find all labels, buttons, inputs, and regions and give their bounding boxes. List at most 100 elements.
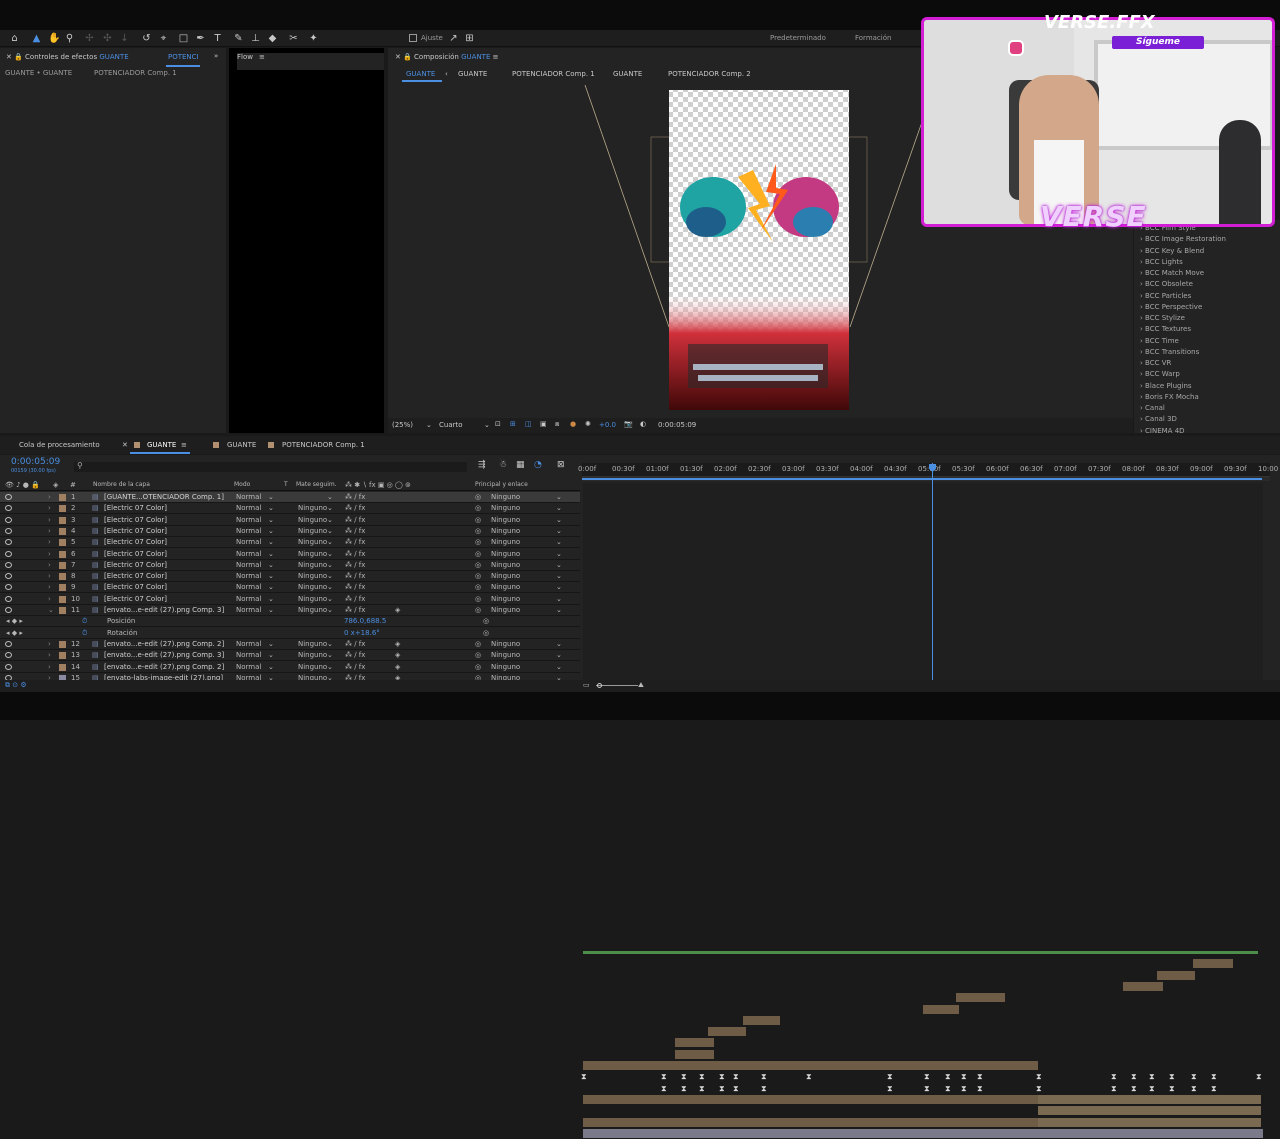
eye-icon[interactable] <box>5 527 12 534</box>
zoom-out-icon[interactable]: ▭ <box>583 681 590 689</box>
layer-search-input[interactable] <box>74 462 467 472</box>
eye-icon[interactable] <box>5 652 12 659</box>
layer-switches[interactable]: ⁂ ∕ fx <box>345 663 365 671</box>
camera-view-icon[interactable]: ⧈ <box>555 420 559 434</box>
layer-duration-bar[interactable] <box>956 993 1005 1003</box>
menu-icon[interactable]: ≡ <box>493 53 499 61</box>
keyframe-icon[interactable]: ⧗ <box>699 1072 705 1082</box>
pick-whip-icon[interactable]: ◎ <box>475 504 481 512</box>
parent-link[interactable]: Ninguno <box>491 561 520 569</box>
zoom-slider[interactable] <box>596 685 638 686</box>
graph-editor-icon[interactable]: ⊠ <box>557 460 565 474</box>
timeline-layer-row[interactable]: › 2 ▤ [Electric 07 Color] Normal ⌄ Ninguno ⌄ ⁂ ∕… <box>0 503 580 515</box>
chevron-down-icon[interactable]: ⌄ <box>556 493 562 501</box>
zoom-tool-icon[interactable]: ⚲ <box>64 33 75 44</box>
layer-name[interactable]: [envato...e-edit (27).png Comp. 2] <box>104 640 224 648</box>
blend-mode[interactable]: Normal <box>236 595 261 603</box>
layer-switches[interactable]: ⁂ ∕ fx <box>345 538 365 546</box>
keyframe-icon[interactable]: ⧗ <box>977 1084 983 1094</box>
exposure-value[interactable]: +0.0 <box>599 421 616 435</box>
keyframe-icon[interactable]: ⧗ <box>977 1072 983 1082</box>
keyframe-icon[interactable]: ⧗ <box>761 1072 767 1082</box>
blend-mode[interactable]: Normal <box>236 538 261 546</box>
layer-name[interactable]: [Electric 07 Color] <box>104 561 167 569</box>
chevron-down-icon[interactable]: ⌄ <box>268 527 274 535</box>
effect-category-item[interactable]: › BCC Textures <box>1140 325 1191 333</box>
expand-arrow-icon[interactable]: › <box>48 595 51 603</box>
timeline-tab-potenciador[interactable]: POTENCIADOR Comp. 1 <box>282 441 365 455</box>
flow-menu-icon[interactable]: ≡ <box>259 53 265 67</box>
blend-mode[interactable]: Normal <box>236 527 261 535</box>
layer-switches[interactable]: ⁂ ∕ fx <box>345 550 365 558</box>
region-of-interest-icon[interactable]: ⊡ <box>495 420 501 434</box>
layer-switches[interactable]: ⁂ ∕ fx <box>345 493 365 501</box>
effect-category-item[interactable]: › Canal 3D <box>1140 415 1177 423</box>
layer-name[interactable]: [Electric 07 Color] <box>104 583 167 591</box>
keyframe-icon[interactable]: ⧗ <box>733 1072 739 1082</box>
layer-duration-bar[interactable] <box>1038 1106 1261 1116</box>
parent-link[interactable]: Ninguno <box>491 640 520 648</box>
blend-mode[interactable]: Normal <box>236 561 261 569</box>
layer-name-header[interactable]: Nombre de la capa <box>93 481 150 488</box>
layer-color-label[interactable] <box>59 640 66 648</box>
resolution-chevron-icon[interactable]: ⌄ <box>484 421 490 435</box>
eye-icon[interactable] <box>5 573 12 580</box>
chevron-down-icon[interactable]: ⌄ <box>327 527 333 535</box>
keyframe-icon[interactable]: ⧗ <box>961 1084 967 1094</box>
pick-whip-icon[interactable]: ◎ <box>475 572 481 580</box>
current-time[interactable]: 0:00:05:09 <box>11 457 60 467</box>
keyframe-icon[interactable]: ⧗ <box>945 1072 951 1082</box>
transform-property-row[interactable]: ◂ ◆ ▸ ⏱ Posición 786.0,688.5 ◎ <box>0 616 580 628</box>
expand-arrow-icon[interactable]: › <box>48 550 51 558</box>
track-matte[interactable]: Ninguno <box>298 640 327 648</box>
keyframe-icon[interactable]: ⧗ <box>924 1084 930 1094</box>
expand-arrow-icon[interactable]: › <box>48 504 51 512</box>
keyframe-icon[interactable]: ⧗ <box>661 1084 667 1094</box>
chevron-down-icon[interactable]: ⌄ <box>556 550 562 558</box>
eraser-tool-icon[interactable]: ◆ <box>267 33 278 44</box>
blend-mode[interactable]: Normal <box>236 651 261 659</box>
brush-tool-icon[interactable]: ✎ <box>233 33 244 44</box>
time-ruler[interactable]: 0:00f 00:30f 01:00f 01:30f 02:00f 02:30f 03:00… <box>578 463 1278 477</box>
layer-duration-bar[interactable] <box>675 1038 714 1048</box>
keyframe-icon[interactable]: ⧗ <box>733 1084 739 1094</box>
keyframe-icon[interactable]: ⧗ <box>581 1072 587 1082</box>
show-snapshot-icon[interactable]: ◐ <box>640 420 646 434</box>
3d-layer-icon[interactable]: ◈ <box>395 606 400 614</box>
effect-category-item[interactable]: › BCC Obsolete <box>1140 280 1193 288</box>
keyframe-icon[interactable]: ⧗ <box>1211 1072 1217 1082</box>
keyframe-icon[interactable]: ⧗ <box>681 1084 687 1094</box>
keyframe-icon[interactable]: ⧗ <box>1256 1072 1262 1082</box>
layer-duration-bar[interactable] <box>583 951 1258 954</box>
effect-category-item[interactable]: › CINEMA 4D <box>1140 427 1185 435</box>
layer-name[interactable]: [Electric 07 Color] <box>104 527 167 535</box>
eye-icon[interactable] <box>5 550 12 557</box>
expand-arrow-icon[interactable]: › <box>48 651 51 659</box>
layer-color-label[interactable] <box>59 652 66 660</box>
parent-link[interactable]: Ninguno <box>491 527 520 535</box>
blend-mode[interactable]: Normal <box>236 572 261 580</box>
rotate-tool-icon[interactable]: ↺ <box>141 33 152 44</box>
pick-whip-icon[interactable]: ◎ <box>475 595 481 603</box>
expand-arrow-icon[interactable]: › <box>48 561 51 569</box>
chevron-down-icon[interactable]: ⌄ <box>327 606 333 614</box>
eye-icon[interactable] <box>5 595 12 602</box>
chevron-down-icon[interactable]: ⌄ <box>327 640 333 648</box>
layer-duration-bar[interactable] <box>675 1049 714 1059</box>
zoom-in-icon[interactable]: ⛰ <box>638 681 644 690</box>
flow-title[interactable]: Flow <box>237 53 253 67</box>
parent-link[interactable]: Ninguno <box>491 583 520 591</box>
chevron-down-icon[interactable]: ⌄ <box>556 504 562 512</box>
type-tool-icon[interactable]: T <box>212 33 223 44</box>
pick-whip-icon[interactable]: ◎ <box>483 617 489 625</box>
chevron-down-icon[interactable]: ⌄ <box>556 561 562 569</box>
transform-property-row[interactable]: ◂ ◆ ▸ ⏱ Rotación 0 x+18.6° ◎ <box>0 628 580 639</box>
comp-flowchart-icon[interactable]: ⇶ <box>478 460 486 474</box>
keyframe-icon[interactable]: ⧗ <box>1149 1084 1155 1094</box>
comp-tab[interactable]: ✕ 🔒 Composición GUANTE ≡ <box>395 53 499 67</box>
keyframe-icon[interactable]: ⧗ <box>699 1084 705 1094</box>
parent-link[interactable]: Ninguno <box>491 663 520 671</box>
chevron-down-icon[interactable]: ⌄ <box>268 583 274 591</box>
track-matte[interactable]: Ninguno <box>298 561 327 569</box>
chevron-down-icon[interactable]: ⌄ <box>556 606 562 614</box>
